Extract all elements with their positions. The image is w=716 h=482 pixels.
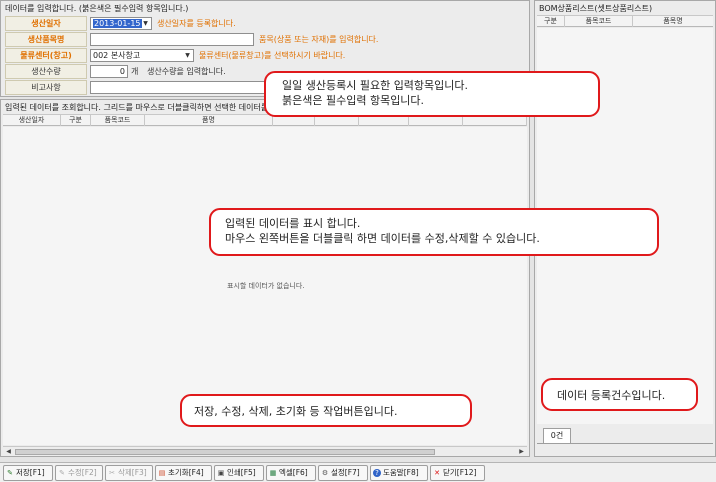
field-row-production-date: 생산일자 2013-01-15 ▼ 생산일자를 등록합니다.: [5, 16, 527, 31]
settings-button[interactable]: ⚙ 설정[F7]: [318, 465, 368, 481]
delete-button[interactable]: ✂ 삭제[F3]: [105, 465, 153, 481]
help-icon: ?: [373, 469, 381, 477]
help-button-label: 도움말[F8]: [383, 468, 419, 477]
callout-line: 입력된 데이터를 표시 합니다.: [225, 217, 361, 230]
remarks-label: 비고사항: [5, 80, 87, 95]
input-section-title: 데이터를 입력합니다. (붉은색은 필수입력 항목입니다.): [5, 4, 189, 13]
column-header[interactable]: 품목코드: [91, 115, 145, 126]
quantity-unit: 개: [131, 67, 139, 76]
column-header[interactable]: 품목코드: [565, 16, 633, 27]
bom-grid-header: 구분 품목코드 품목명: [537, 15, 713, 27]
close-button[interactable]: ✕ 닫기[F12]: [430, 465, 485, 481]
print-button-label: 인쇄[F5]: [227, 468, 256, 477]
column-header[interactable]: 구분: [537, 16, 565, 27]
callout-line: 저장, 수정, 삭제, 초기화 등 작업버튼입니다.: [194, 405, 398, 418]
product-name-label: 생산품목명: [5, 32, 87, 47]
data-grid-title: 입력된 데이터를 조회합니다. 그리드를 마우스로 더블클릭하면 선택한 데이터…: [5, 103, 269, 112]
callout-record-count: 데이터 등록건수입니다.: [541, 378, 698, 411]
scrollbar-thumb[interactable]: [15, 449, 435, 455]
tab-strip-border: [537, 443, 713, 444]
reset-button[interactable]: ▤ 초기화[F4]: [155, 465, 212, 481]
callout-toolbar: 저장, 수정, 삭제, 초기화 등 작업버튼입니다.: [180, 394, 472, 427]
callout-data-grid: 입력된 데이터를 표시 합니다. 마우스 왼쪽버튼을 더블클릭 하면 데이터를 …: [209, 208, 659, 256]
column-header[interactable]: 품명: [145, 115, 273, 126]
callout-line: 마우스 왼쪽버튼을 더블클릭 하면 데이터를 수정,삭제할 수 있습니다.: [225, 232, 540, 245]
close-button-label: 닫기[F12]: [443, 468, 477, 477]
column-header[interactable]: 구분: [61, 115, 91, 126]
chevron-right-icon[interactable]: ▶: [517, 448, 526, 456]
quantity-hint: 생산수량을 입력합니다.: [147, 67, 226, 76]
remarks-input[interactable]: [90, 81, 275, 94]
action-toolbar: ✎ 저장[F1] ✎ 수정[F2] ✂ 삭제[F3] ▤ 초기화[F4] ▣ 인…: [0, 462, 716, 482]
production-date-hint: 생산일자를 등록합니다.: [157, 19, 236, 28]
print-icon: ▣: [217, 469, 225, 477]
column-header[interactable]: 생산일자: [3, 115, 61, 126]
save-icon: ✎: [7, 469, 13, 477]
edit-button-label: 수정[F2]: [68, 468, 97, 477]
excel-button[interactable]: ▦ 엑셀[F6]: [266, 465, 316, 481]
data-grid-hscrollbar[interactable]: ◀ ▶: [3, 446, 527, 456]
production-date-value: 2013-01-15: [93, 19, 142, 28]
edit-button[interactable]: ✎ 수정[F2]: [55, 465, 103, 481]
chevron-down-icon[interactable]: ▼: [183, 51, 192, 60]
quantity-input[interactable]: 0: [90, 65, 128, 78]
bom-panel-title: BOM상품리스트(셋트상품리스트): [539, 4, 653, 13]
edit-icon: ✎: [59, 469, 65, 477]
product-name-input[interactable]: [90, 33, 254, 46]
callout-line: 일일 생산등록시 필요한 입력항목입니다.: [282, 79, 469, 92]
field-row-warehouse: 물류센터(창고) 002 본사창고 ▼ 물류센터(물류창고)를 선택하시기 바랍…: [5, 48, 527, 63]
reset-icon: ▤: [158, 469, 166, 477]
delete-button-label: 삭제[F3]: [118, 468, 147, 477]
record-count-tab: 0건: [543, 428, 571, 443]
grid-empty-message: 표시할 데이터가 없습니다.: [227, 282, 305, 290]
excel-button-label: 엑셀[F6]: [279, 468, 308, 477]
warehouse-value: 002 본사창고: [93, 51, 141, 60]
excel-icon: ▦: [269, 469, 277, 477]
chevron-down-icon[interactable]: ▼: [141, 19, 150, 28]
warehouse-label: 물류센터(창고): [5, 48, 87, 63]
quantity-label: 생산수량: [5, 64, 87, 79]
close-icon: ✕: [434, 469, 440, 477]
column-header[interactable]: 품목명: [633, 16, 713, 27]
product-name-hint: 품목(상품 또는 자재)를 입력합니다.: [259, 35, 379, 44]
reset-button-label: 초기화[F4]: [168, 468, 204, 477]
production-date-label: 생산일자: [5, 16, 87, 31]
settings-icon: ⚙: [321, 469, 329, 477]
warehouse-hint: 물류센터(물류창고)를 선택하시기 바랍니다.: [199, 51, 346, 60]
help-button[interactable]: ? 도움말[F8]: [370, 465, 428, 481]
save-button[interactable]: ✎ 저장[F1]: [3, 465, 53, 481]
field-row-product-name: 생산품목명 품목(상품 또는 자재)를 입력합니다.: [5, 32, 527, 47]
settings-button-label: 설정[F7]: [331, 468, 360, 477]
callout-line: 데이터 등록건수입니다.: [557, 389, 666, 402]
delete-icon: ✂: [109, 469, 115, 477]
callout-line: 붉은색은 필수입력 항목입니다.: [282, 94, 425, 107]
chevron-left-icon[interactable]: ◀: [4, 448, 13, 456]
production-date-picker[interactable]: 2013-01-15 ▼: [90, 17, 152, 30]
print-button[interactable]: ▣ 인쇄[F5]: [214, 465, 264, 481]
callout-input-fields: 일일 생산등록시 필요한 입력항목입니다. 붉은색은 필수입력 항목입니다.: [264, 71, 600, 117]
warehouse-select[interactable]: 002 본사창고 ▼: [90, 49, 194, 62]
save-button-label: 저장[F1]: [16, 468, 45, 477]
